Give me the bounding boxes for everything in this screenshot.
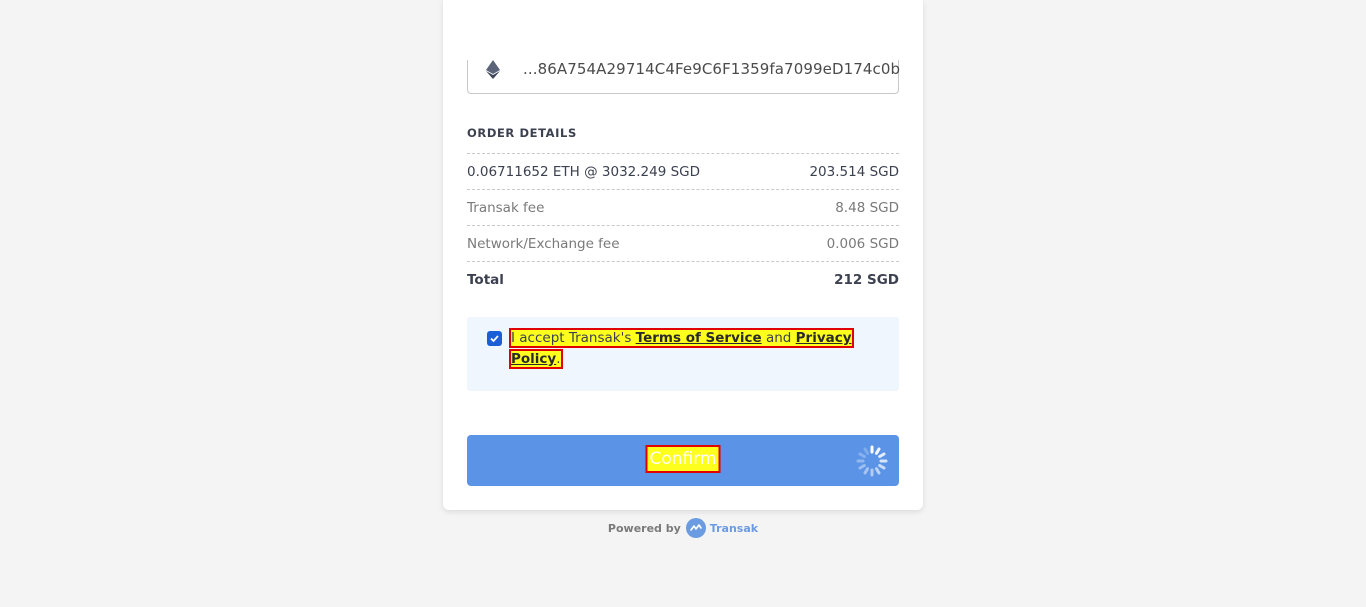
- order-row-label: Total: [467, 271, 504, 288]
- order-row-total: Total 212 SGD: [467, 261, 899, 297]
- order-row-label: Network/Exchange fee: [467, 235, 620, 252]
- terms-suffix: .: [556, 351, 561, 367]
- terms-checkbox[interactable]: [487, 331, 502, 346]
- ethereum-icon: [485, 60, 501, 79]
- order-details-title: ORDER DETAILS: [467, 126, 577, 140]
- terms-consent-box: I accept Transak's Terms of Service and …: [467, 317, 899, 391]
- loading-spinner-icon: [855, 444, 889, 478]
- wallet-address-text: ...86A754A29714C4Fe9C6F1359fa7099eD174c0…: [523, 60, 901, 78]
- checkout-card: ...86A754A29714C4Fe9C6F1359fa7099eD174c0…: [443, 0, 923, 510]
- confirm-button-label: Confirm: [645, 445, 721, 473]
- transak-logo-icon: [685, 518, 706, 538]
- terms-of-service-link[interactable]: Terms of Service: [636, 330, 762, 346]
- powered-by-footer: Powered by Transak: [0, 518, 1366, 538]
- order-row-value: 8.48 SGD: [835, 199, 899, 216]
- order-row-purchase: 0.06711652 ETH @ 3032.249 SGD 203.514 SG…: [467, 153, 899, 189]
- terms-text: I accept Transak's Terms of Service and …: [509, 328, 861, 370]
- order-row-transak-fee: Transak fee 8.48 SGD: [467, 189, 899, 225]
- order-row-label: Transak fee: [467, 199, 545, 216]
- order-row-value: 203.514 SGD: [809, 163, 899, 180]
- terms-prefix: I accept Transak's: [511, 330, 636, 346]
- confirm-button[interactable]: Confirm: [467, 435, 899, 486]
- powered-by-text: Powered by: [607, 521, 681, 535]
- order-row-value: 0.006 SGD: [826, 235, 899, 252]
- order-row-value: 212 SGD: [834, 271, 899, 288]
- transak-brand-link[interactable]: Transak: [710, 522, 758, 535]
- order-details-table: 0.06711652 ETH @ 3032.249 SGD 203.514 SG…: [467, 153, 899, 297]
- wallet-address-field[interactable]: ...86A754A29714C4Fe9C6F1359fa7099eD174c0…: [467, 60, 901, 94]
- terms-middle: and: [761, 330, 796, 346]
- order-row-network-fee: Network/Exchange fee 0.006 SGD: [467, 225, 899, 261]
- order-row-label: 0.06711652 ETH @ 3032.249 SGD: [467, 163, 701, 180]
